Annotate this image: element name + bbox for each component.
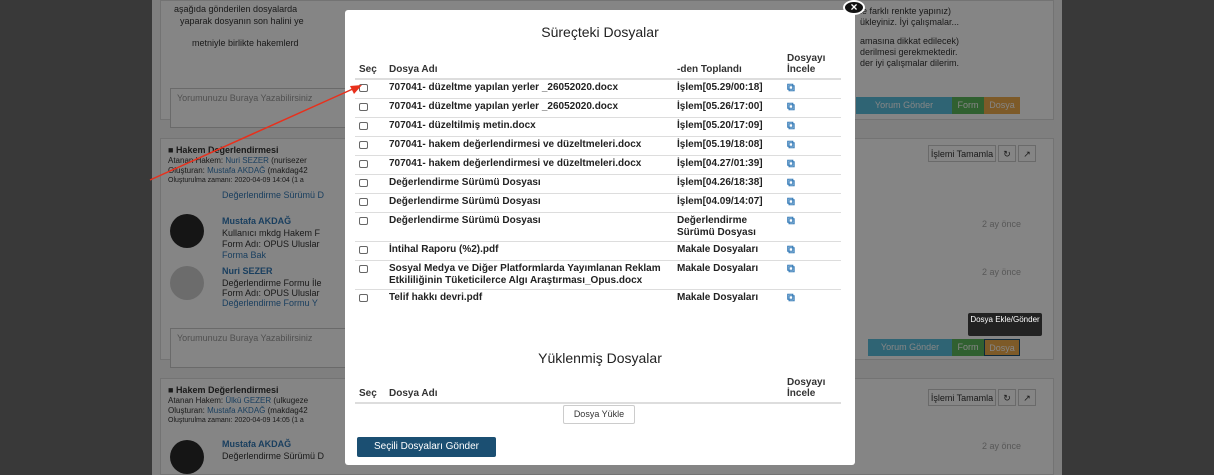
annotation-arrow — [149, 85, 362, 181]
arrow-line — [149, 87, 356, 181]
arrow-head — [350, 85, 362, 94]
